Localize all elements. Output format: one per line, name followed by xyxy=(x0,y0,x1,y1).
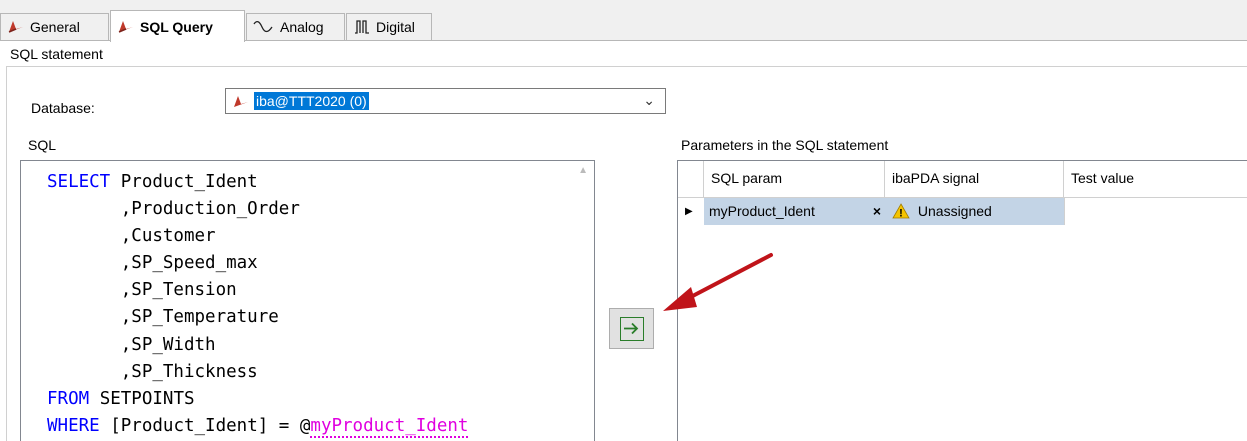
row-header-corner xyxy=(678,161,704,198)
sql-query-icon xyxy=(118,20,133,33)
params-label: Parameters in the SQL statement xyxy=(681,137,889,153)
column-header-sql-param[interactable]: SQL param xyxy=(704,161,885,198)
tab-label: SQL Query xyxy=(140,18,213,35)
svg-text:!: ! xyxy=(899,208,903,220)
row-selector[interactable]: ▶ xyxy=(678,198,704,225)
sql-code: SELECT Product_Ident ,Production_Order ,… xyxy=(47,169,469,440)
analog-wave-icon xyxy=(253,20,273,33)
code-line: ,Customer xyxy=(47,223,468,250)
tab-digital[interactable]: Digital xyxy=(346,13,432,40)
sql-text: ,SP_Temperature xyxy=(47,307,279,328)
sql-param-cell: myProduct_Ident xyxy=(709,203,815,219)
column-header-test-value[interactable]: Test value xyxy=(1064,161,1247,198)
group-border xyxy=(6,66,1247,67)
database-combobox[interactable]: iba@TTT2020 (0) ⌄ xyxy=(225,88,666,114)
sql-label: SQL xyxy=(28,137,57,153)
sql-text: [Product_Ident] = @ xyxy=(99,415,311,436)
arrow-right-icon xyxy=(620,317,644,341)
code-line: ,SP_Tension xyxy=(47,277,468,304)
signal-value: Unassigned xyxy=(917,203,992,219)
sql-text: Product_Ident xyxy=(110,172,258,192)
current-row-icon: ▶ xyxy=(685,206,693,217)
tab-sql-query[interactable]: SQL Query xyxy=(110,10,245,42)
warning-icon: ! xyxy=(892,203,910,220)
signal-cell[interactable]: ! Unassigned xyxy=(885,198,1064,225)
scroll-up-icon[interactable]: ▲ xyxy=(578,165,588,176)
code-line: WHERE [Product_Ident] = @myProduct_Ident xyxy=(47,413,469,440)
sql-text: SETPOINTS xyxy=(89,388,195,409)
code-line: ,SP_Thickness xyxy=(47,359,468,386)
tab-general[interactable]: General xyxy=(0,13,109,40)
sql-keyword: FROM xyxy=(47,388,90,409)
sql-editor[interactable]: SELECT Product_Ident ,Production_Order ,… xyxy=(20,160,595,441)
database-icon xyxy=(234,96,248,107)
code-line: ,SP_Width xyxy=(47,332,468,359)
database-label: Database: xyxy=(31,100,95,116)
database-selected-value: iba@TTT2020 (0) xyxy=(254,92,369,110)
code-line: ,SP_Temperature xyxy=(47,304,468,331)
sql-text: ,Customer xyxy=(47,226,216,247)
code-line: FROM SETPOINTS xyxy=(47,386,468,413)
extract-parameters-button[interactable] xyxy=(609,308,654,349)
sql-text: ,SP_Width xyxy=(47,334,216,355)
general-icon xyxy=(8,21,23,33)
table-row[interactable]: myProduct_Ident × xyxy=(704,198,885,225)
test-value-cell[interactable] xyxy=(1064,198,1247,225)
group-border-left xyxy=(6,66,7,441)
sql-parameter: myProduct_Ident xyxy=(310,415,469,438)
chevron-down-icon[interactable]: ⌄ xyxy=(643,92,655,109)
code-line: SELECT Product_Ident xyxy=(47,169,468,196)
clear-icon[interactable]: × xyxy=(873,198,881,225)
sql-keyword: SELECT xyxy=(47,172,111,192)
digital-signal-icon xyxy=(355,20,369,34)
code-line: ,SP_Speed_max xyxy=(47,250,468,277)
annotation-arrow-icon xyxy=(663,253,773,311)
sql-text: ,SP_Speed_max xyxy=(47,253,258,274)
tab-strip: General SQL Query Analog Digital xyxy=(0,8,1247,42)
sql-text: ,SP_Thickness xyxy=(47,361,258,382)
tab-label: Digital xyxy=(376,19,415,35)
sql-keyword: WHERE xyxy=(47,415,100,436)
sql-text: ,Production_Order xyxy=(47,199,300,220)
tab-label: Analog xyxy=(280,19,324,35)
sql-text: ,SP_Tension xyxy=(47,280,237,301)
column-header-signal[interactable]: ibaPDA signal xyxy=(885,161,1064,198)
code-line: ,Production_Order xyxy=(47,196,468,223)
tab-analog[interactable]: Analog xyxy=(246,13,345,40)
tab-label: General xyxy=(30,19,80,35)
group-title: SQL statement xyxy=(8,46,105,62)
